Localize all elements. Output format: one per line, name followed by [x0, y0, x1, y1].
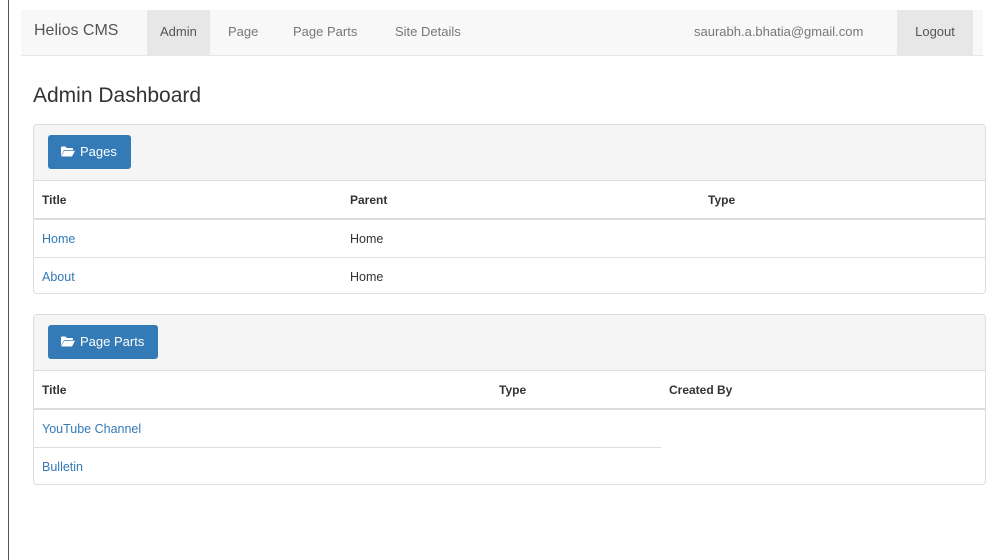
nav-item-admin[interactable]: Admin	[147, 10, 210, 55]
page-parts-button[interactable]: Page Parts	[48, 325, 159, 359]
table-row: About Home	[34, 257, 985, 293]
table-header-row: Title Parent Type	[34, 181, 985, 220]
table-cell-title: Home	[34, 219, 342, 258]
column-header-parent: Parent	[342, 181, 700, 220]
page-parts-panel: Page Parts Title Type Created By YouTube…	[33, 314, 986, 485]
page: Helios CMS Admin Page Page Parts Site De…	[9, 0, 997, 560]
column-header-title: Title	[34, 181, 342, 220]
pages-panel-heading: Pages	[34, 125, 985, 181]
table-cell-type	[700, 219, 985, 258]
navbar-brand[interactable]: Helios CMS	[34, 10, 118, 55]
pages-table: Title Parent Type Home Home About Home	[34, 181, 985, 293]
page-parts-panel-heading: Page Parts	[34, 315, 985, 371]
folder-open-icon	[61, 146, 75, 157]
table-cell-title: Bulletin	[34, 447, 491, 484]
page-link[interactable]: Home	[42, 232, 75, 246]
page-part-link[interactable]: Bulletin	[42, 460, 83, 474]
column-header-created-by: Created By	[661, 371, 985, 410]
pages-button[interactable]: Pages	[48, 135, 131, 169]
column-header-title: Title	[34, 371, 491, 410]
logout-link[interactable]: Logout	[897, 10, 973, 55]
user-email[interactable]: saurabh.a.bhatia@gmail.com	[681, 10, 876, 55]
nav-item-page[interactable]: Page	[215, 10, 271, 55]
table-row: Bulletin	[34, 447, 985, 485]
page-parts-table: Title Type Created By YouTube Channel Bu…	[34, 371, 985, 485]
table-cell-created-by	[661, 448, 985, 485]
navbar: Helios CMS Admin Page Page Parts Site De…	[21, 10, 983, 56]
table-cell-title: YouTube Channel	[34, 409, 491, 448]
table-cell-type	[491, 409, 661, 448]
table-row: Home Home	[34, 219, 985, 258]
table-cell-type	[700, 257, 985, 293]
nav-item-site-details[interactable]: Site Details	[382, 10, 474, 55]
page-part-link[interactable]: YouTube Channel	[42, 422, 141, 436]
page-link[interactable]: About	[42, 270, 75, 284]
table-cell-parent: Home	[342, 257, 700, 293]
table-row: YouTube Channel	[34, 409, 985, 448]
table-cell-created-by	[661, 409, 985, 448]
pages-button-label: Pages	[80, 144, 117, 159]
column-header-type: Type	[491, 371, 661, 410]
page-title: Admin Dashboard	[33, 84, 202, 107]
table-cell-title: About	[34, 257, 342, 293]
page-parts-button-label: Page Parts	[80, 334, 145, 349]
column-header-type: Type	[700, 181, 985, 220]
table-cell-parent: Home	[350, 231, 384, 246]
table-header-row: Title Type Created By	[34, 371, 985, 410]
table-cell-type	[491, 447, 661, 484]
pages-panel: Pages Title Parent Type Home Home About	[33, 124, 986, 294]
folder-open-icon	[61, 336, 75, 347]
nav-item-page-parts[interactable]: Page Parts	[280, 10, 370, 55]
window-frame	[0, 0, 9, 560]
